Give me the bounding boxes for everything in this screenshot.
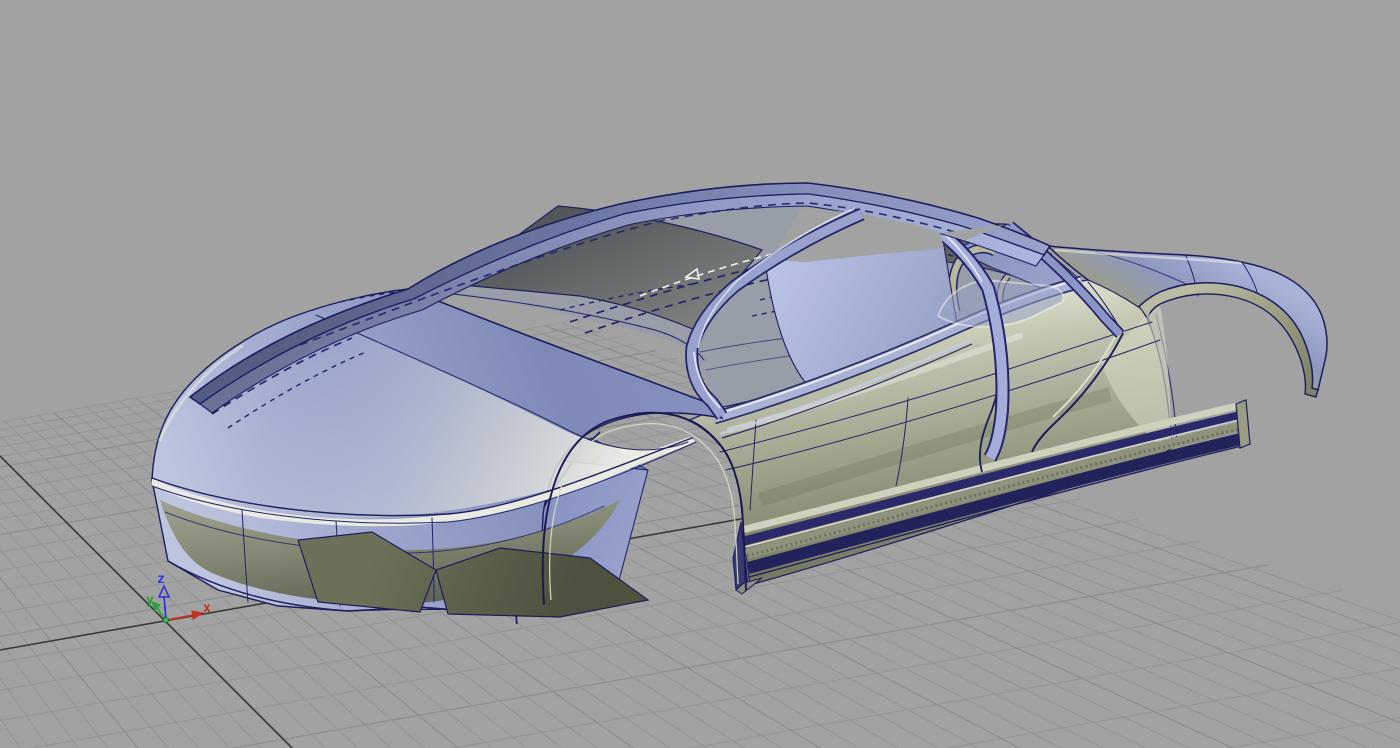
origin-point [163, 617, 168, 622]
viewport-canvas[interactable]: x y z [0, 0, 1400, 748]
axis-label-z: z [157, 572, 165, 587]
axis-label-x: x [203, 601, 211, 616]
cad-viewport[interactable]: x y z [0, 0, 1400, 748]
axis-label-y: y [146, 593, 154, 608]
